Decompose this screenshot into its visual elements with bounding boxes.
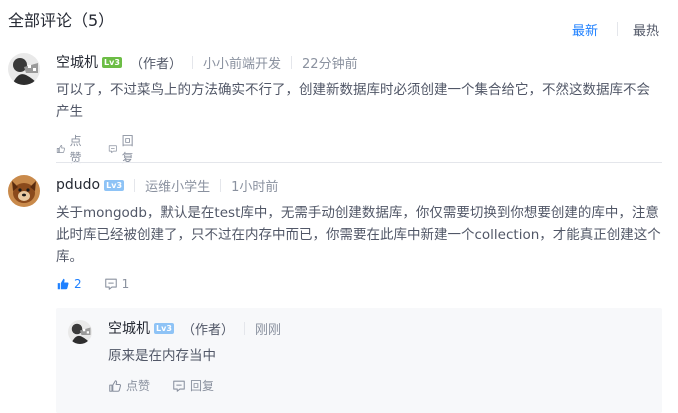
meta-divider (291, 55, 293, 69)
username[interactable]: 空城机 (108, 318, 150, 338)
thumbs-up-filled-icon (57, 278, 69, 290)
thumbs-up-icon (109, 379, 122, 392)
author-tag: （作者） (182, 322, 235, 338)
username[interactable]: pdudo (56, 177, 100, 193)
level-badge: Lv3 (154, 322, 174, 334)
reply-time: 刚刚 (255, 322, 282, 338)
reply-button[interactable]: 回复 (172, 377, 214, 394)
avatar-image-icon (68, 320, 92, 344)
reply-label: 回复 (121, 134, 134, 165)
comment-time: 1小时前 (231, 179, 279, 195)
reply-button[interactable]: 1 (104, 277, 130, 291)
comment-time: 22分钟前 (302, 56, 358, 72)
reply-button[interactable]: 回复 (108, 132, 138, 166)
avatar-image-icon (8, 53, 40, 85)
avatar[interactable] (68, 320, 92, 344)
comment-actions: 点赞 回复 (56, 132, 160, 166)
comment-meta: 空城机 Lv3 （作者） 小小前端开发 22分钟前 (56, 52, 358, 72)
meta-divider (220, 178, 222, 192)
reply-text: 原来是在内存当中 (108, 348, 216, 364)
like-label: 点赞 (126, 379, 151, 393)
like-button[interactable]: 点赞 (56, 132, 86, 166)
reply-label: 回复 (190, 379, 215, 393)
sort-divider (617, 22, 618, 36)
sort-newest-tab[interactable]: 最新 (572, 20, 598, 39)
user-job-title: 小小前端开发 (203, 56, 282, 72)
author-tag: （作者） (130, 56, 183, 72)
comments-title: 全部评论（5） (8, 11, 115, 30)
comment-icon (104, 278, 117, 290)
avatar[interactable] (8, 175, 40, 207)
user-job-title: 运维小学生 (145, 179, 211, 195)
comment-icon (108, 145, 117, 153)
dog-avatar-icon (8, 175, 40, 207)
comment-icon (173, 380, 185, 392)
comment-actions: 2 1 (56, 277, 151, 291)
meta-divider (244, 321, 246, 335)
reply-actions: 点赞 回复 (108, 377, 236, 394)
reply-count: 1 (121, 277, 130, 291)
like-label: 点赞 (69, 134, 82, 165)
like-button[interactable]: 2 (56, 277, 82, 291)
like-button[interactable]: 点赞 (108, 377, 150, 394)
meta-divider (134, 178, 136, 192)
like-count: 2 (74, 277, 82, 291)
avatar[interactable] (8, 53, 40, 85)
username[interactable]: 空城机 (56, 52, 98, 72)
thumbs-up-icon (56, 145, 65, 153)
comments-panel: 全部评论（5） 最新 最热 空城机 Lv3 （作者） 小小前端开发 22分钟前 … (0, 0, 678, 413)
reply-meta: 空城机 Lv3 （作者） 刚刚 (108, 318, 281, 338)
reply-thread: 空城机 Lv3 （作者） 刚刚 原来是在内存当中 点赞 回复 (56, 308, 662, 413)
sort-hottest-tab[interactable]: 最热 (633, 20, 659, 39)
comments-header: 全部评论（5） 最新 最热 (8, 10, 678, 39)
comment-text: 可以了，不过菜鸟上的方法确实不行了，创建新数据库时必须创建一个集合给它，不然这数… (56, 82, 650, 120)
meta-divider (192, 55, 194, 69)
comment-meta: pdudo Lv3 运维小学生 1小时前 (56, 175, 278, 195)
comment-text: 关于mongodb，默认是在test库中，无需手动创建数据库，你仅需要切换到你想… (56, 205, 661, 265)
level-badge: Lv3 (104, 179, 125, 191)
level-badge: Lv3 (102, 56, 122, 68)
comment-divider (56, 162, 662, 163)
